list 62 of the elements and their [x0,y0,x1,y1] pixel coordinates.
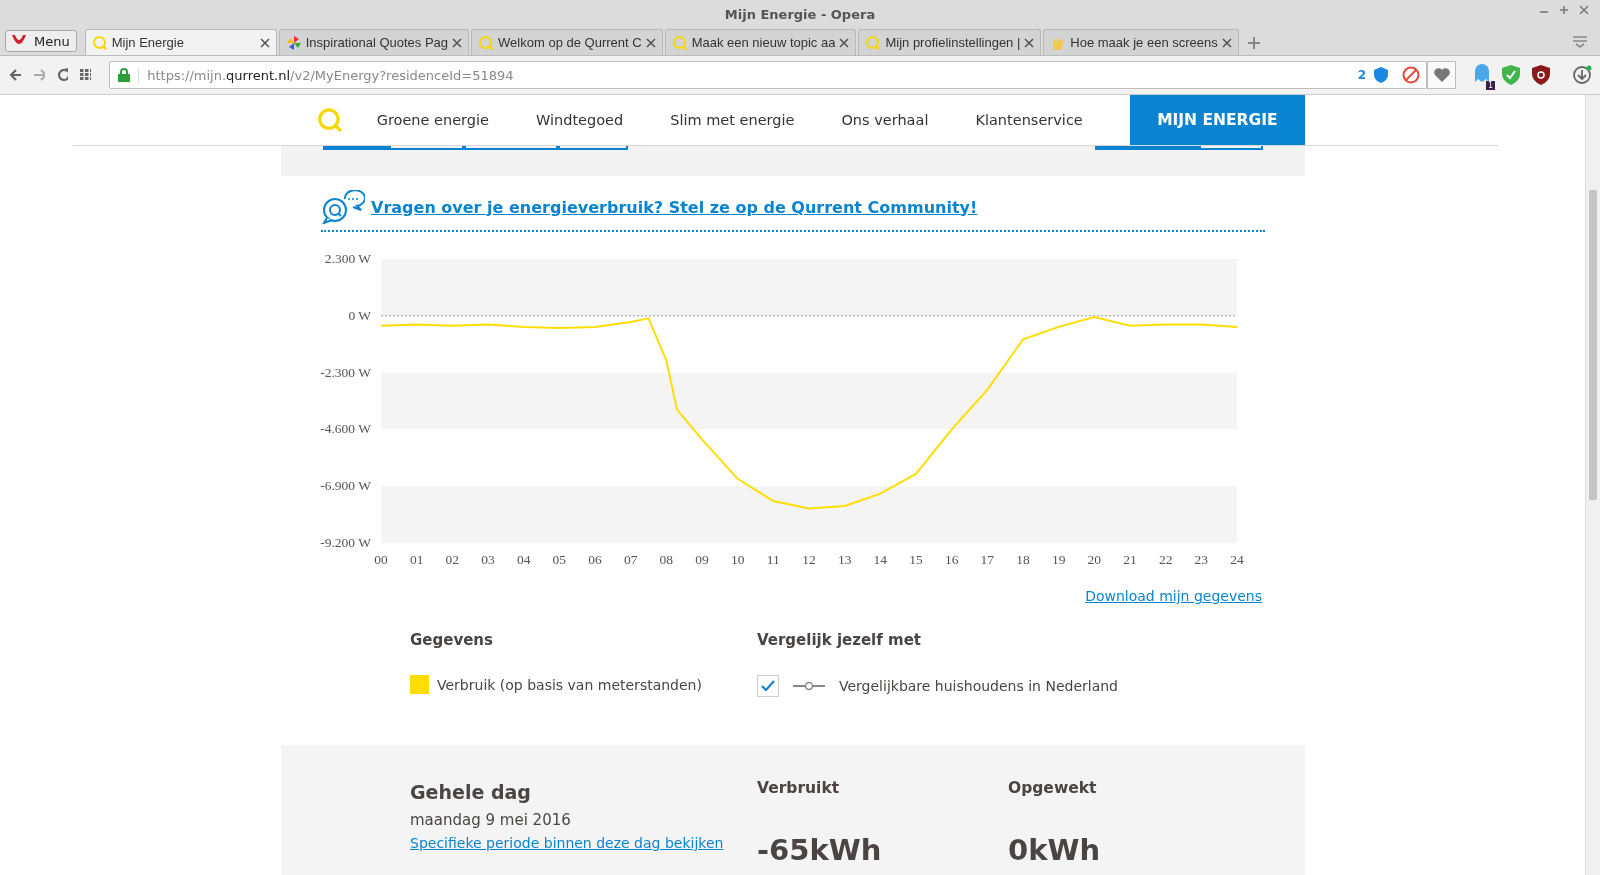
x-axis-label: 23 [1194,552,1209,567]
x-axis-label: 16 [944,552,959,567]
nav-link[interactable]: Slim met energie [670,112,795,128]
x-axis-label: 24 [1230,552,1244,567]
y-axis-label: -4.600 W [320,421,371,437]
stat-label: Opgewekt [1008,779,1098,797]
x-axis-label: 04 [516,552,531,567]
menu-button[interactable]: Menu [5,30,77,52]
x-axis-label: 11 [766,552,780,567]
address-field[interactable]: https://mijn.qurrent.nl/v2/MyEnergy?residenceId=51894 2 [109,61,1428,89]
account-tab[interactable]: MIJN ENERGIE [1129,95,1305,145]
x-axis-label: 19 [1051,552,1066,567]
browser-tab[interactable]: Mijn profielinstellingen | [858,29,1042,55]
x-axis-label: 05 [552,552,567,567]
url-text: https://mijn.qurrent.nl/v2/MyEnergy?residenceId=51894 [138,67,1358,83]
download-link[interactable]: Download mijn gegevens [1085,588,1262,604]
y-axis-label: -6.900 W [320,478,371,494]
browser-tab[interactable]: Mijn Energie [84,29,277,55]
nav-link[interactable]: Windtegoed [535,112,624,128]
browser-tab[interactable]: Welkom op de Qurrent C [471,29,663,55]
nav-link[interactable]: Groene energie [376,112,489,128]
x-axis-label: 21 [1123,552,1137,567]
x-axis-label: 17 [980,552,995,567]
x-axis-label: 22 [1158,552,1173,567]
window-title: Mijn Energie - Opera [724,6,876,22]
period-link[interactable]: Specifieke periode binnen deze dag bekijken [410,835,724,851]
ghost-count: 1 [1485,81,1495,90]
compare-label: Vergelijkbare huishoudens in Nederland [839,678,1118,694]
stat-label: Verbruikt [757,779,841,797]
x-axis-label: 10 [730,552,745,567]
nav-link[interactable]: Klantenservice [975,112,1083,128]
x-axis-label: 12 [802,552,816,567]
x-axis-label: 00 [374,552,388,567]
x-axis-label: 02 [445,552,460,567]
y-axis-label: -9.200 W [320,535,371,550]
summary-title: Gehele dag [410,781,532,803]
nav-link[interactable]: Ons verhaal [841,112,929,128]
legend-heading: Gegevens [410,631,494,649]
x-axis-label: 14 [873,552,888,567]
blocked-count: 2 [1357,68,1367,82]
y-axis-label: 0 W [348,307,371,323]
x-axis-label: 15 [909,552,923,567]
x-axis-label: 03 [481,552,495,567]
stat-value: -65kWh [757,833,883,867]
community-link[interactable]: Vragen over je energieverbruik? Stel ze op de Qurrent Community! [371,197,978,217]
stat-value: 0kWh [1008,833,1102,867]
browser-tab[interactable]: Maak een nieuw topic aa [664,29,857,55]
x-axis-label: 08 [659,552,674,567]
x-axis-label: 13 [837,552,852,567]
browser-tab[interactable]: Hoe maak je een screens [1043,29,1239,55]
x-axis-label: 09 [695,552,709,567]
y-axis-label: 2.300 W [324,251,371,266]
browser-tab[interactable]: Inspirational Quotes Pag [278,29,470,55]
x-axis-label: 18 [1016,552,1030,567]
legend-label: Verbruik (op basis van meterstanden) [437,676,702,693]
y-axis-label: -2.300 W [320,364,371,380]
legend-heading: Vergelijk jezelf met [757,631,922,649]
x-axis-label: 01 [409,552,424,567]
x-axis-label: 07 [623,552,638,567]
x-axis-label: 20 [1087,552,1102,567]
x-axis-label: 06 [588,552,602,567]
summary-date: maandag 9 mei 2016 [410,811,572,829]
